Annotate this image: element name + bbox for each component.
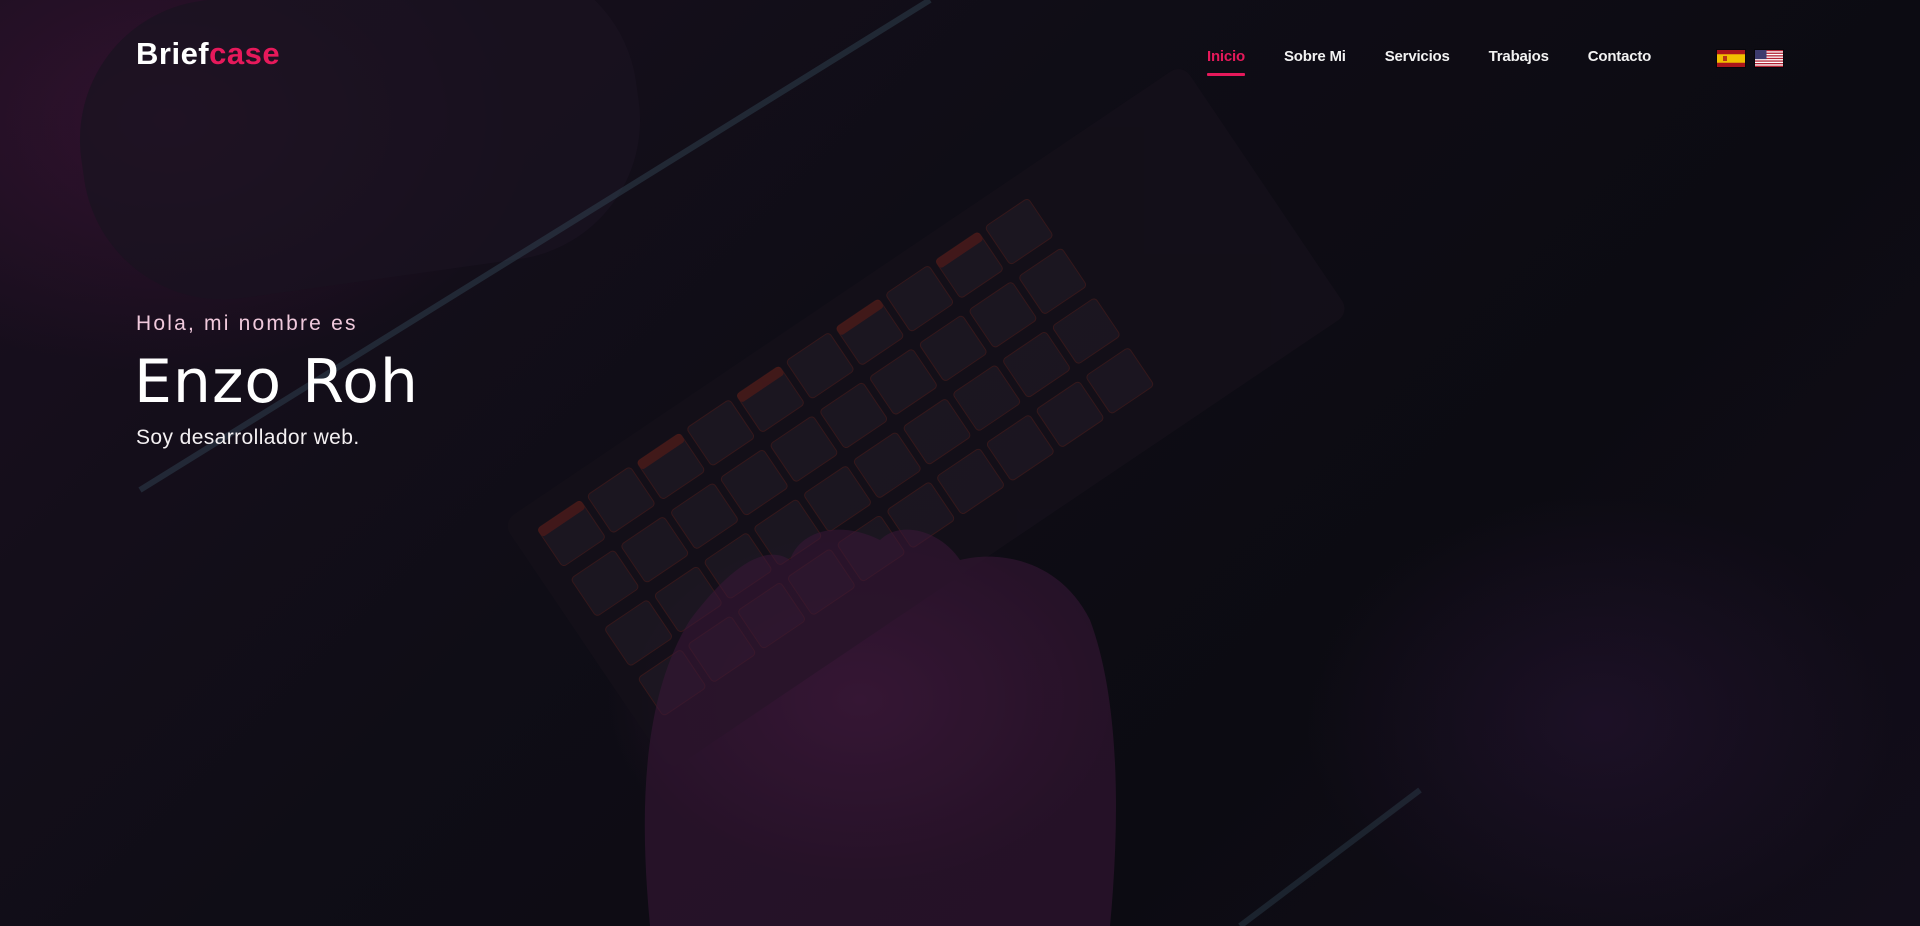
nav-link-servicios[interactable]: Servicios [1385,48,1450,65]
main-nav: Inicio Sobre Mi Servicios Trabajos Conta… [1207,48,1690,76]
brand-name-part2: case [209,36,281,71]
hero-name: Enzo Roh [134,347,419,417]
hero-tagline: Soy desarrollador web. [136,426,360,449]
nav-link-inicio[interactable]: Inicio [1207,48,1245,76]
nav-link-contacto[interactable]: Contacto [1588,48,1652,65]
hero-intro: Hola, mi nombre es Enzo Roh Soy desarrol… [134,312,419,450]
hero-greeting: Hola, mi nombre es [136,312,358,335]
brand-name-part1: Brief [136,36,210,71]
language-switcher [1717,50,1783,67]
brand-logo[interactable]: Briefcase [136,36,280,72]
hero-section: Briefcase Inicio Sobre Mi Servicios Trab… [0,0,1920,926]
usa-flag-icon[interactable] [1755,50,1783,67]
nav-link-sobre-mi[interactable]: Sobre Mi [1284,48,1346,65]
navbar: Briefcase Inicio Sobre Mi Servicios Trab… [0,0,1920,116]
nav-link-trabajos[interactable]: Trabajos [1489,48,1549,65]
spain-flag-icon[interactable] [1717,50,1745,67]
background-keyboard-image [0,0,1920,926]
